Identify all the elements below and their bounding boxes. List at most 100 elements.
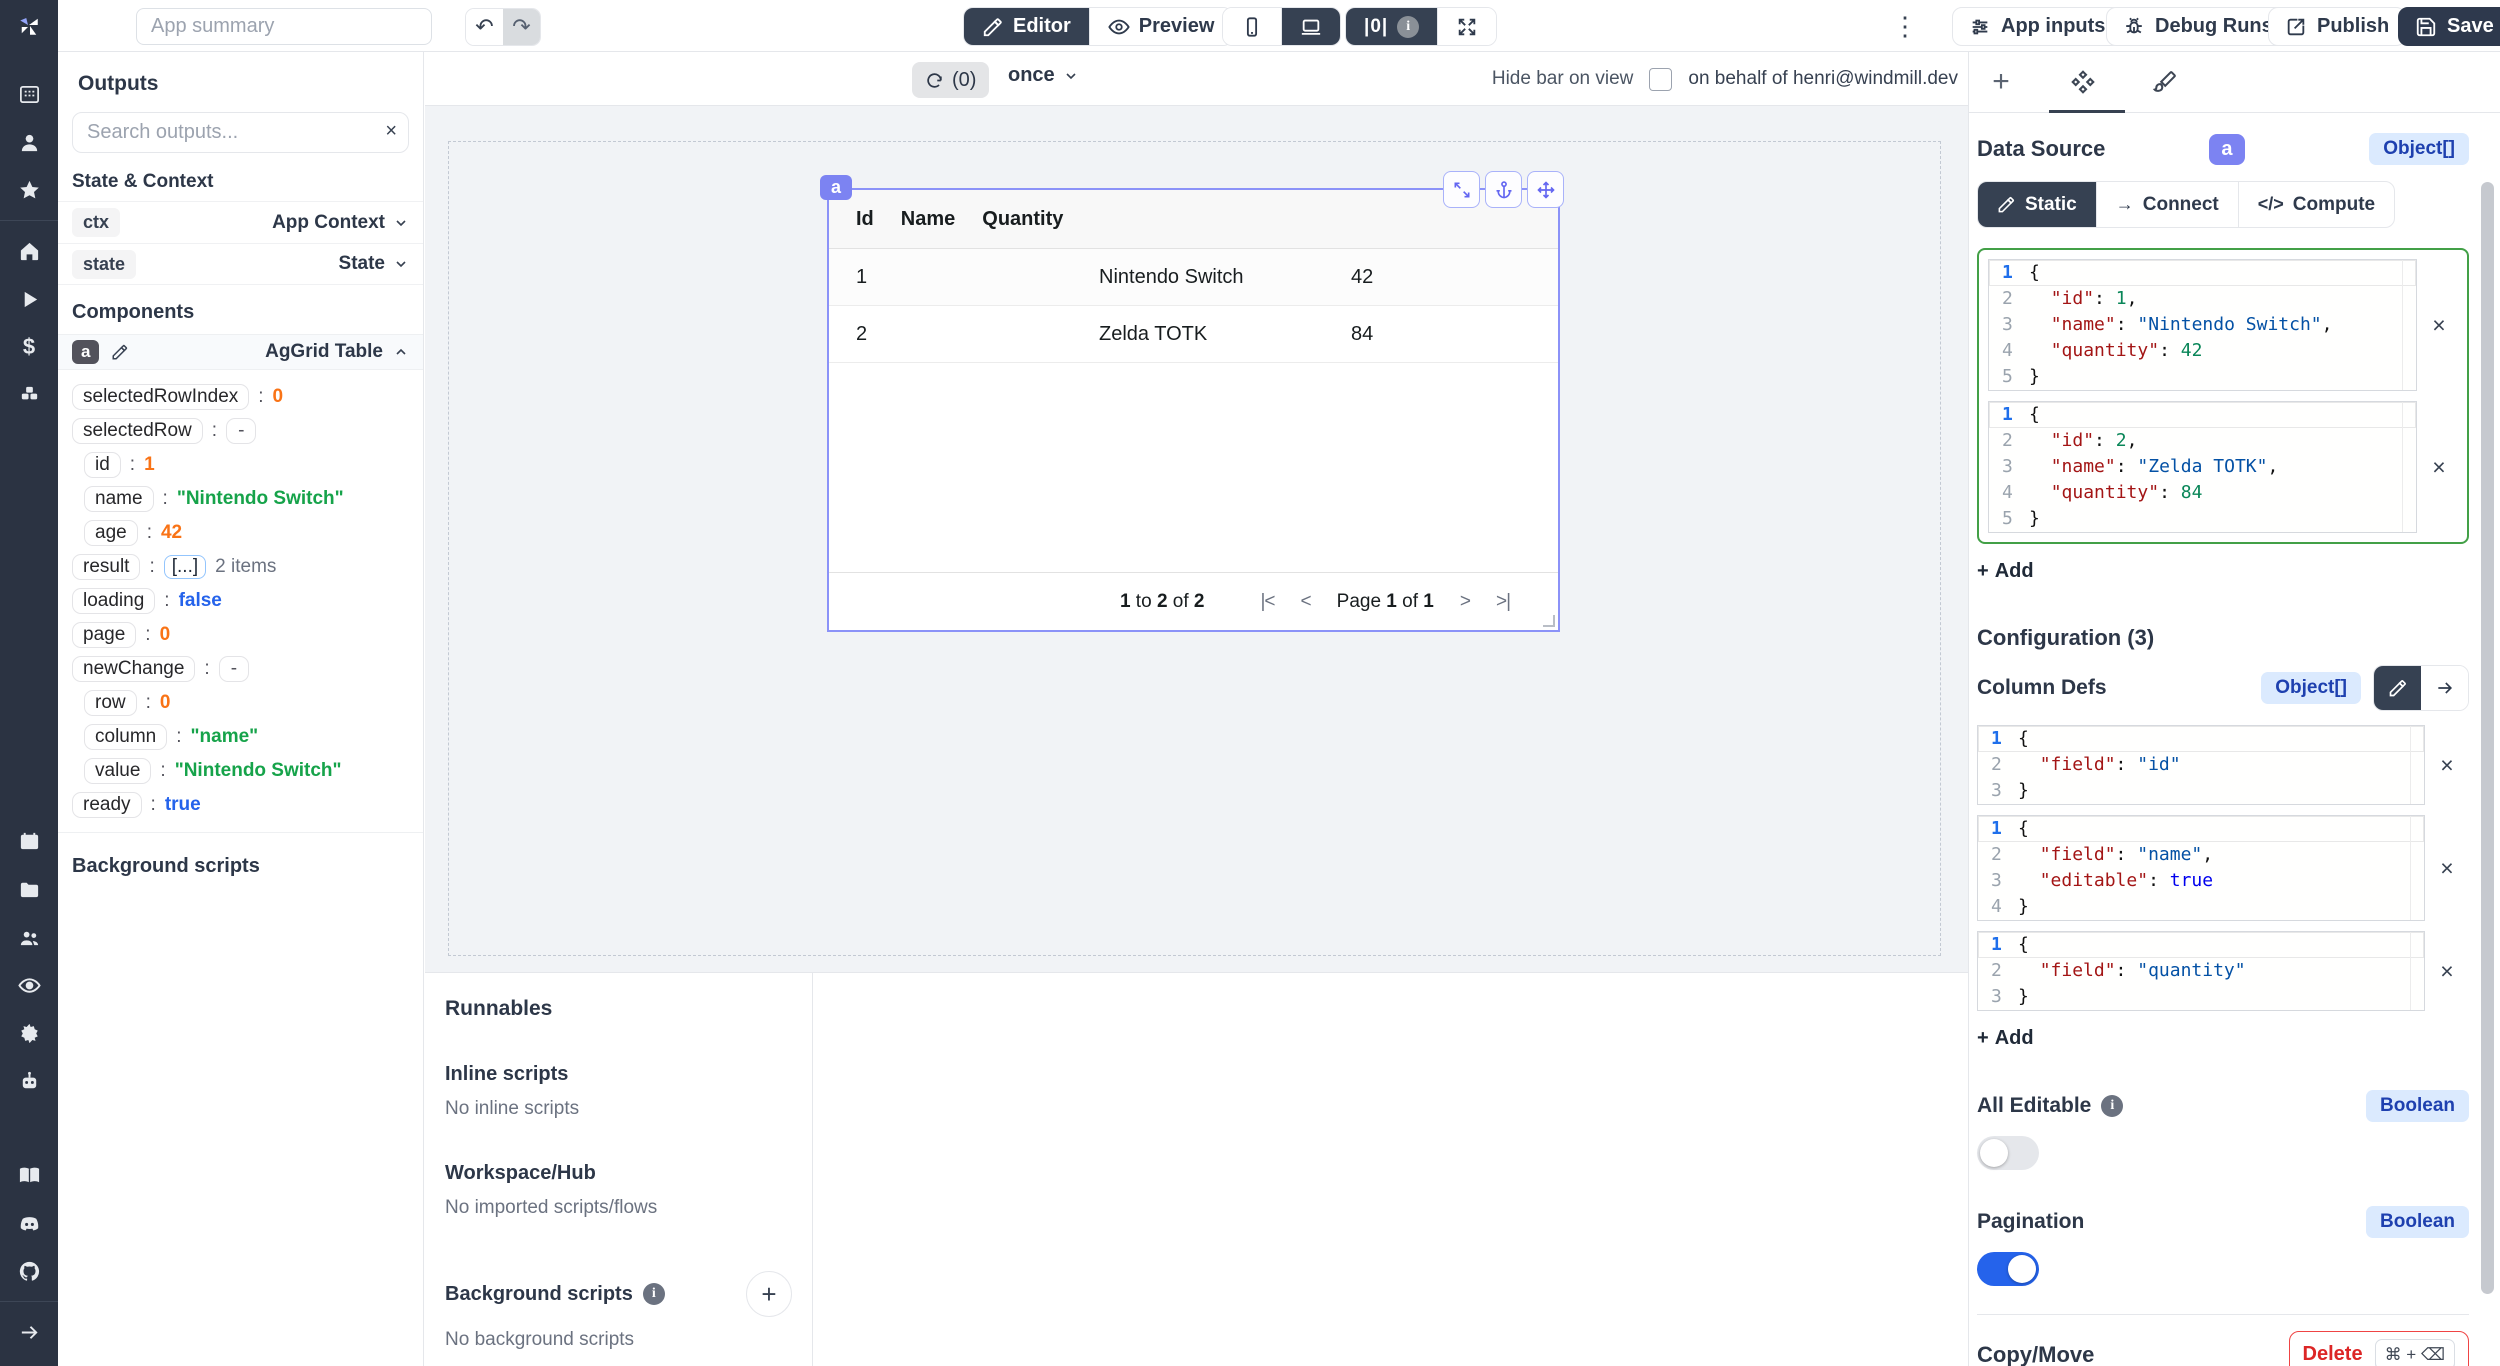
save-button[interactable]: Save (2398, 7, 2500, 46)
home-icon[interactable] (0, 227, 58, 275)
output-key-pill[interactable]: age (84, 520, 138, 546)
app-inputs-button[interactable]: App inputs (1952, 7, 2122, 46)
aggrid-table-component[interactable]: a Id Name Quantity (827, 188, 1560, 632)
resources-icon[interactable] (0, 371, 58, 419)
output-key-pill[interactable]: column (84, 724, 167, 750)
groups-icon[interactable] (0, 913, 58, 961)
workers-icon[interactable] (0, 1057, 58, 1105)
remove-item-button[interactable]: × (2425, 855, 2469, 882)
undo-button[interactable]: ↶ (466, 9, 503, 45)
json-editor[interactable]: 1{2 "id": 2,3 "name": "Zelda TOTK",4 "qu… (1988, 401, 2417, 533)
output-tree-row[interactable]: name : "Nintendo Switch" (84, 486, 409, 512)
connect-mode-button[interactable] (2421, 666, 2468, 710)
cell-quantity[interactable]: 42 (1324, 266, 1558, 289)
preview-tab[interactable]: Preview (1089, 8, 1233, 45)
component-badge[interactable]: a (820, 175, 852, 200)
output-key-pill[interactable]: selectedRow (72, 418, 203, 444)
clear-search-icon[interactable]: × (385, 120, 397, 143)
table-header-cell[interactable]: Id (829, 208, 874, 231)
output-key-pill[interactable]: loading (72, 588, 155, 614)
output-key-pill[interactable]: id (84, 452, 121, 478)
more-menu-button[interactable]: ⋮ (1888, 6, 1922, 46)
apps-icon[interactable] (0, 70, 58, 118)
remove-item-button[interactable]: × (2425, 752, 2469, 779)
windmill-logo[interactable] (0, 0, 58, 52)
runs-icon[interactable] (0, 275, 58, 323)
move-component-button[interactable] (1527, 171, 1564, 208)
search-outputs-input[interactable] (72, 112, 409, 153)
component-list-item[interactable]: a AgGrid Table (58, 334, 423, 370)
output-key-pill[interactable]: name (84, 486, 154, 512)
json-editor[interactable]: 1{2 "field": "id"3} (1977, 725, 2425, 805)
table-row[interactable]: 1 Nintendo Switch 42 (829, 249, 1558, 306)
mobile-view-button[interactable] (1223, 8, 1281, 45)
settings-icon[interactable] (0, 1009, 58, 1057)
anchor-component-button[interactable] (1485, 171, 1522, 208)
cell-name[interactable]: Zelda TOTK (1072, 323, 1324, 346)
app-summary-input[interactable] (136, 8, 432, 45)
output-key-pill[interactable]: ready (72, 792, 142, 818)
output-key-pill[interactable]: page (72, 622, 136, 648)
output-tree-row[interactable]: loading : false (72, 588, 409, 614)
user-icon[interactable] (0, 118, 58, 166)
output-tree-row[interactable]: page : 0 (72, 622, 409, 648)
debug-runs-button[interactable]: Debug Runs (2106, 7, 2290, 46)
output-key-pill[interactable]: newChange (72, 656, 195, 682)
json-editor[interactable]: 1{2 "field": "name",3 "editable": true4} (1977, 815, 2425, 921)
refresh-button[interactable]: (0) (912, 62, 989, 98)
output-tree-row[interactable]: id : 1 (84, 452, 409, 478)
output-tree-row[interactable]: age : 42 (84, 520, 409, 546)
state-context-row[interactable]: ctx App Context (58, 201, 423, 243)
first-page-button[interactable]: |< (1261, 591, 1275, 613)
cell-quantity[interactable]: 84 (1324, 323, 1558, 346)
all-editable-toggle[interactable] (1977, 1136, 2039, 1170)
rename-pencil-icon[interactable] (111, 343, 129, 361)
chevron-down-icon[interactable] (393, 215, 409, 231)
output-tree-row[interactable]: value : "Nintendo Switch" (84, 758, 409, 784)
github-icon[interactable] (0, 1247, 58, 1295)
output-tree-row[interactable]: newChange : - (72, 656, 409, 682)
fullscreen-button[interactable] (1437, 8, 1496, 45)
cell-name[interactable]: Nintendo Switch (1072, 266, 1324, 289)
next-page-button[interactable]: > (1460, 591, 1470, 613)
desktop-view-button[interactable] (1281, 8, 1340, 45)
output-tree-row[interactable]: selectedRow : - (72, 418, 409, 444)
app-canvas[interactable]: a Id Name Quantity (425, 106, 1968, 972)
output-tree-row[interactable]: column : "name" (84, 724, 409, 750)
output-tree-row[interactable]: result : [...] 2 items (72, 554, 409, 580)
redo-button[interactable]: ↷ (503, 9, 540, 45)
chevron-up-icon[interactable] (393, 344, 409, 360)
editor-tab[interactable]: Editor (964, 8, 1089, 45)
output-key-pill[interactable]: row (84, 690, 137, 716)
frequency-dropdown[interactable]: once (1008, 64, 1079, 87)
chevron-down-icon[interactable] (393, 256, 409, 272)
add-column-def-button[interactable]: +Add (1977, 1027, 2034, 1050)
remove-item-button[interactable]: × (2425, 958, 2469, 985)
add-background-script-button[interactable]: + (746, 1271, 792, 1317)
output-key-pill[interactable]: selectedRowIndex (72, 384, 249, 410)
hide-bar-checkbox[interactable] (1649, 68, 1672, 91)
star-icon[interactable] (0, 166, 58, 214)
json-editor[interactable]: 1{2 "field": "quantity"3} (1977, 931, 2425, 1011)
table-header-cell[interactable]: Name (874, 208, 955, 231)
variables-icon[interactable]: $ (0, 323, 58, 371)
docs-icon[interactable] (0, 1151, 58, 1199)
output-tree-row[interactable]: ready : true (72, 792, 409, 818)
cell-id[interactable]: 1 (829, 266, 1072, 289)
remove-item-button[interactable]: × (2417, 312, 2461, 339)
edit-mode-button[interactable] (2374, 666, 2421, 710)
compute-tab[interactable]: </> Compute (2238, 182, 2394, 227)
cell-id[interactable]: 2 (829, 323, 1072, 346)
expand-component-button[interactable] (1443, 171, 1480, 208)
schedules-icon[interactable] (0, 817, 58, 865)
delete-component-button[interactable]: Delete ⌘ + ⌫ (2289, 1331, 2469, 1366)
table-row[interactable]: 2 Zelda TOTK 84 (829, 306, 1558, 363)
last-page-button[interactable]: >| (1496, 591, 1510, 613)
table-header-cell[interactable]: Quantity (955, 208, 1063, 231)
insert-component-tab[interactable]: + (1985, 66, 2017, 98)
scrollbar-thumb[interactable] (2481, 182, 2494, 1294)
collapse-rail-icon[interactable] (0, 1308, 58, 1356)
connect-tab[interactable]: → Connect (2096, 182, 2238, 227)
output-tree-row[interactable]: selectedRowIndex : 0 (72, 384, 409, 410)
output-key-pill[interactable]: value (84, 758, 151, 784)
